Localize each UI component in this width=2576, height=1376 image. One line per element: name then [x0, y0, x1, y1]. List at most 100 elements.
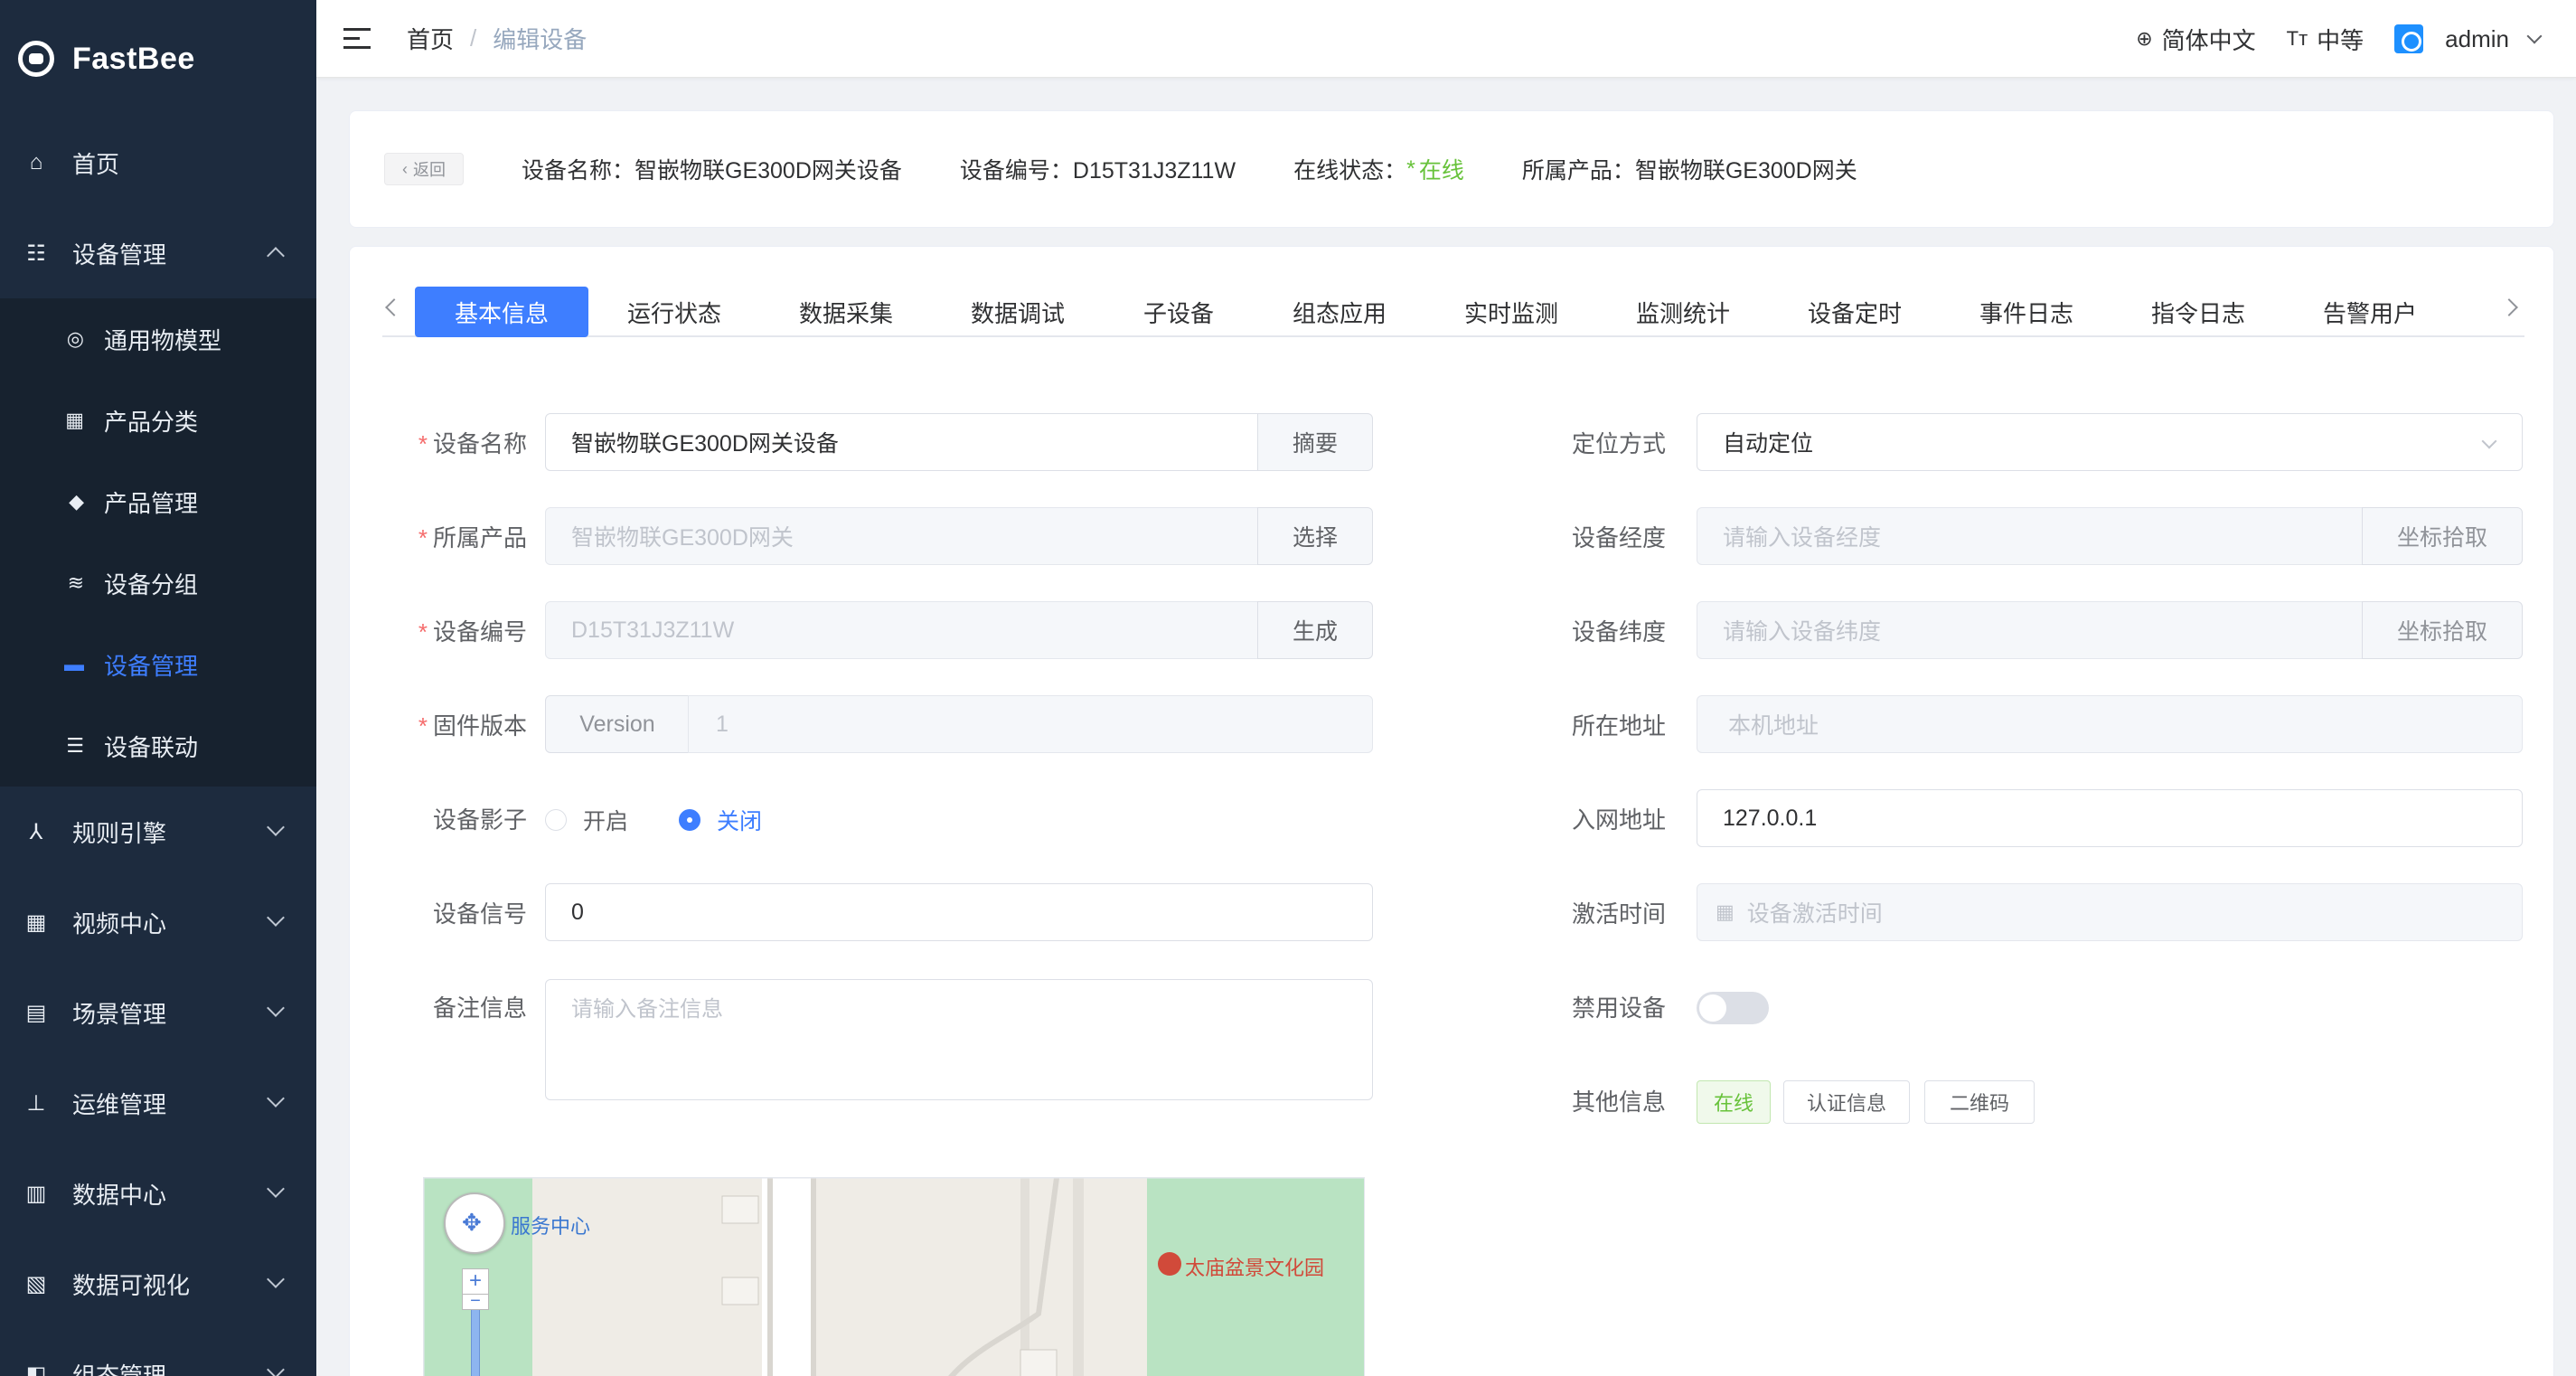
sidebar-item-label: 设备分组	[104, 570, 199, 598]
breadcrumb-home[interactable]: 首页	[407, 22, 454, 55]
tab-basic-info[interactable]: 基本信息	[415, 287, 588, 337]
tab-runtime-status[interactable]: 运行状态	[588, 287, 760, 337]
chevron-down-icon	[267, 999, 285, 1017]
ip-label: 入网地址	[1571, 806, 1666, 834]
app-logo[interactable]: FastBee	[0, 0, 316, 118]
sidebar-item-product-management[interactable]: ◆ 产品管理	[0, 461, 316, 542]
online-status-button[interactable]: 在线	[1697, 1080, 1771, 1124]
map-pan-control[interactable]: ✥	[444, 1192, 505, 1254]
tab-data-collection[interactable]: 数据采集	[760, 287, 932, 337]
sidebar-item-ops-management[interactable]: ⊥ 运维管理	[0, 1058, 316, 1148]
sidebar-item-scene-management[interactable]: ▤ 场景管理	[0, 967, 316, 1058]
address-input[interactable]: 本机地址	[1697, 695, 2523, 753]
locate-select[interactable]: 自动定位	[1697, 413, 2523, 471]
tab-realtime-monitor[interactable]: 实时监测	[1425, 287, 1597, 337]
device-summary-card: ‹ 返回 设备名称：智嵌物联GE300D网关设备 设备编号：D15T31J3Z1…	[349, 110, 2554, 228]
font-size-switcher[interactable]: Tт 中等	[2287, 23, 2364, 56]
summary-device-name: 设备名称：智嵌物联GE300D网关设备	[522, 158, 902, 184]
map-label-park: 太庙盆景文化园	[1185, 1257, 1325, 1279]
ip-input[interactable]: 127.0.0.1	[1697, 789, 2523, 847]
zoom-out-button[interactable]: −	[462, 1292, 489, 1310]
signal-label: 设备信号	[432, 900, 527, 928]
user-menu[interactable]: admin	[2394, 24, 2543, 53]
status-badge: 在线	[1418, 158, 1464, 184]
remark-label: 备注信息	[432, 994, 527, 1022]
sidebar-item-config-management[interactable]: ◧ 组态管理	[0, 1329, 316, 1376]
tab-scroll-left-icon[interactable]	[385, 298, 403, 316]
latitude-label: 设备纬度	[1571, 618, 1666, 646]
language-label: 简体中文	[2161, 26, 2256, 54]
other-info-label: 其他信息	[1571, 1089, 1666, 1116]
config-icon: ◧	[25, 1362, 47, 1376]
tab-device-timer[interactable]: 设备定时	[1769, 287, 1941, 337]
chevron-down-icon	[2526, 28, 2543, 44]
firmware-input: 1	[688, 695, 1373, 753]
sidebar-item-device-group[interactable]: ≋ 设备分组	[0, 542, 316, 624]
breadcrumb-separator: /	[470, 24, 477, 52]
pick-longitude-button[interactable]: 坐标拾取	[2362, 507, 2523, 565]
menu-toggle-icon[interactable]	[343, 27, 371, 50]
qrcode-button[interactable]: 二维码	[1924, 1080, 2035, 1124]
tab-alert-users[interactable]: 告警用户	[2284, 287, 2456, 337]
sidebar-item-label: 数据中心	[72, 1181, 167, 1209]
layers-icon: ≋	[67, 571, 84, 594]
longitude-input[interactable]: 请输入设备经度	[1697, 507, 2365, 565]
tab-data-debug[interactable]: 数据调试	[932, 287, 1104, 337]
font-size-label: 中等	[2317, 26, 2364, 54]
generate-serial-button[interactable]: 生成	[1257, 601, 1373, 659]
tab-config-app[interactable]: 组态应用	[1254, 287, 1425, 337]
shadow-label: 设备影子	[432, 806, 527, 834]
device-name-input[interactable]: 智嵌物联GE300D网关设备	[545, 413, 1268, 471]
sidebar-item-data-visualization[interactable]: ▧ 数据可视化	[0, 1239, 316, 1329]
sidebar-item-home[interactable]: ⌂ 首页	[0, 118, 316, 208]
pick-latitude-button[interactable]: 坐标拾取	[2362, 601, 2523, 659]
activate-time-input[interactable]: ▦ 设备激活时间	[1697, 883, 2523, 941]
tab-sub-device[interactable]: 子设备	[1104, 287, 1254, 337]
header-actions: ⊕ 简体中文 Tт 中等 admin	[2105, 0, 2543, 78]
language-switcher[interactable]: ⊕ 简体中文	[2136, 23, 2255, 56]
sidebar-item-device-linkage[interactable]: ☰ 设备联动	[0, 705, 316, 787]
chevron-down-icon	[267, 1180, 285, 1198]
font-size-icon: Tт	[2286, 27, 2308, 50]
sidebar-item-product-category[interactable]: ▦ 产品分类	[0, 380, 316, 461]
chevron-down-icon	[267, 909, 285, 927]
sidebar-item-thing-model[interactable]: ◎ 通用物模型	[0, 298, 316, 380]
radio-circle	[545, 809, 567, 831]
select-product-button[interactable]: 选择	[1257, 507, 1373, 565]
tab-event-log[interactable]: 事件日志	[1941, 287, 2112, 337]
activate-time-label: 激活时间	[1571, 900, 1666, 928]
tab-monitor-stats[interactable]: 监测统计	[1597, 287, 1769, 337]
tab-command-log[interactable]: 指令日志	[2112, 287, 2284, 337]
disable-device-switch[interactable]	[1697, 992, 1769, 1024]
home-icon: ⌂	[29, 150, 43, 174]
shadow-on-radio[interactable]: 开启	[545, 804, 628, 836]
remark-textarea[interactable]: 请输入备注信息	[545, 979, 1373, 1100]
location-map[interactable]: ✥ + − 服务中心 太庙盆景文化园	[423, 1177, 1365, 1376]
radio-circle	[679, 809, 700, 831]
pan-arrows-icon: ✥	[462, 1209, 482, 1236]
auth-info-button[interactable]: 认证信息	[1783, 1080, 1910, 1124]
chevron-down-icon	[267, 1270, 285, 1288]
sidebar-item-video-center[interactable]: ▦ 视频中心	[0, 877, 316, 967]
list-icon: ☰	[66, 734, 84, 757]
sidebar-item-label: 场景管理	[72, 1000, 167, 1028]
firmware-label: * 固件版本	[418, 712, 527, 740]
sidebar-item-label: 数据可视化	[72, 1271, 191, 1299]
summary-button[interactable]: 摘要	[1257, 413, 1373, 471]
back-button[interactable]: ‹ 返回	[384, 153, 464, 185]
product-label: * 所属产品	[418, 524, 527, 551]
breadcrumb-current: 编辑设备	[493, 26, 588, 53]
sidebar-item-label: 产品管理	[104, 489, 199, 517]
shadow-off-radio[interactable]: 关闭	[679, 804, 762, 836]
sidebar-item-device-manage-active[interactable]: ▬ 设备管理	[0, 624, 316, 705]
latitude-input[interactable]: 请输入设备纬度	[1697, 601, 2365, 659]
sidebar-item-device-management[interactable]: ☷ 设备管理	[0, 208, 316, 298]
device-name-label: * 设备名称	[418, 430, 527, 457]
sidebar-item-label: 首页	[72, 150, 120, 178]
tab-scroll-right-icon[interactable]	[2500, 298, 2518, 316]
signal-input[interactable]: 0	[545, 883, 1373, 941]
sidebar-item-data-center[interactable]: ▥ 数据中心	[0, 1148, 316, 1239]
sidebar-item-label: 产品分类	[104, 408, 199, 436]
sidebar-item-rule-engine[interactable]: ⅄ 规则引擎	[0, 787, 316, 877]
username: admin	[2445, 24, 2509, 52]
